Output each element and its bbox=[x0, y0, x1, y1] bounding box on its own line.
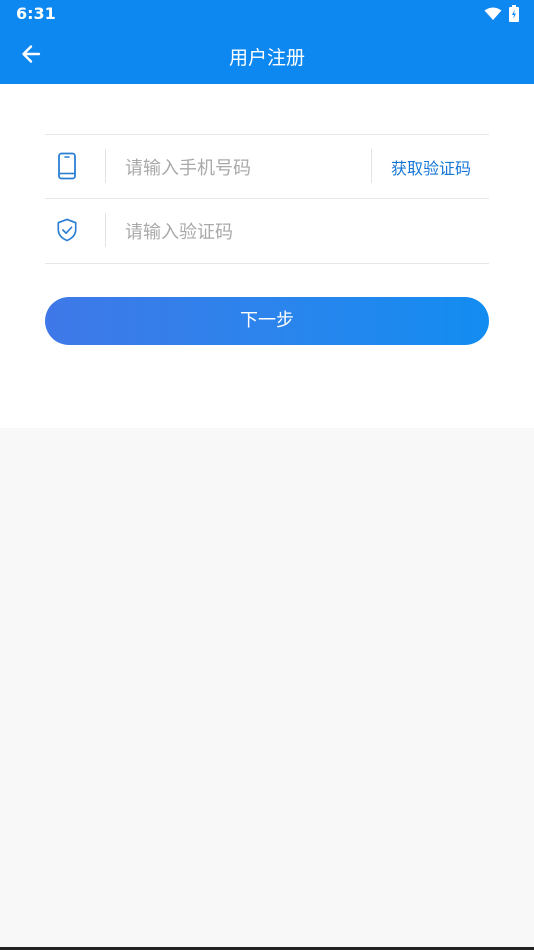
field-divider bbox=[105, 213, 106, 247]
field-divider bbox=[371, 149, 372, 183]
wifi-icon bbox=[484, 6, 502, 25]
phone-input[interactable] bbox=[123, 147, 367, 189]
field-divider bbox=[105, 149, 106, 183]
register-form-card: 获取验证码 下一步 bbox=[0, 84, 534, 428]
shield-check-icon bbox=[56, 215, 78, 245]
app-header: 6:31 用户注册 bbox=[0, 0, 534, 84]
code-field-row bbox=[45, 198, 489, 264]
status-bar: 6:31 bbox=[0, 0, 534, 28]
get-code-button[interactable]: 获取验证码 bbox=[391, 155, 471, 179]
next-step-button[interactable]: 下一步 bbox=[45, 297, 489, 345]
code-input[interactable] bbox=[123, 211, 367, 253]
page-title: 用户注册 bbox=[228, 47, 305, 69]
battery-charging-icon bbox=[509, 5, 519, 26]
phone-field-row: 获取验证码 bbox=[45, 134, 489, 198]
phone-icon bbox=[56, 151, 78, 181]
status-time: 6:31 bbox=[16, 4, 56, 23]
